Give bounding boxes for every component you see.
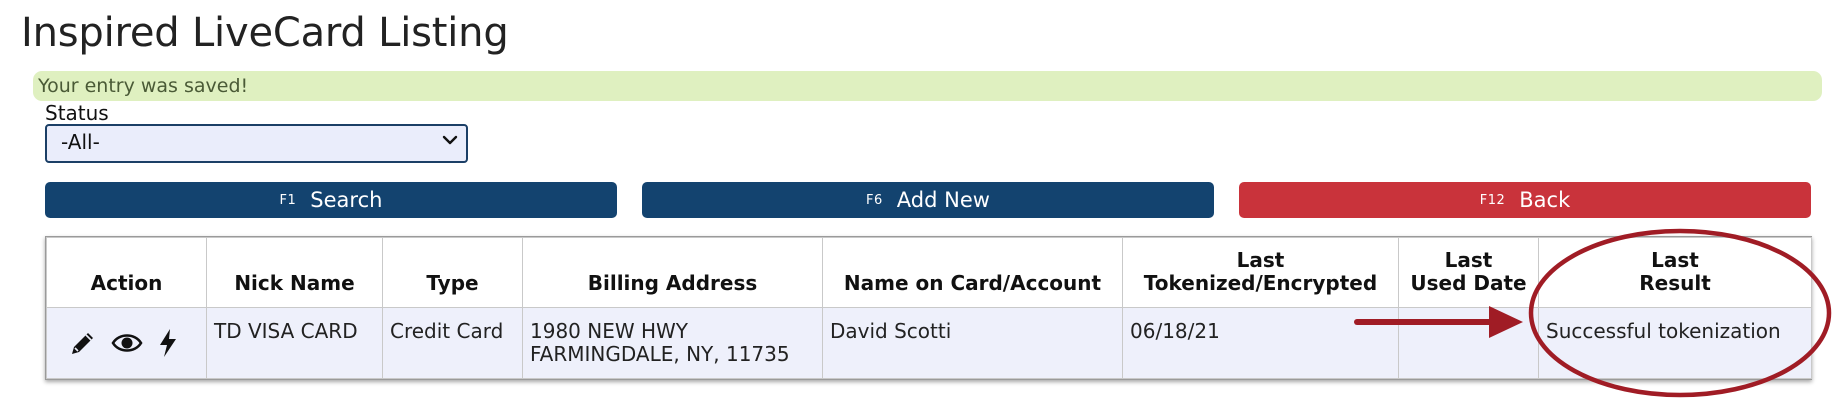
header-nick-name[interactable]: Nick Name <box>206 237 383 308</box>
header-last-tokenized-line2: Tokenized/Encrypted <box>1143 271 1378 295</box>
header-action[interactable]: Action <box>46 237 207 308</box>
header-type[interactable]: Type <box>382 237 523 308</box>
lightning-icon[interactable] <box>157 328 179 358</box>
page-title: Inspired LiveCard Listing <box>21 10 509 56</box>
cell-actions <box>46 307 207 379</box>
header-billing-address[interactable]: Billing Address <box>522 237 823 308</box>
back-button[interactable]: F12 Back <box>1239 182 1811 218</box>
search-button-key: F1 <box>279 192 297 208</box>
header-last-used[interactable]: Last Used Date <box>1398 237 1539 308</box>
back-button-key: F12 <box>1479 192 1506 208</box>
cell-type: Credit Card <box>382 307 523 379</box>
status-select[interactable]: -All- <box>45 124 468 163</box>
add-new-button-key: F6 <box>866 192 883 208</box>
header-last-tokenized-line1: Last <box>1236 248 1285 272</box>
table-header-row: Action Nick Name Type Billing Address Na… <box>46 237 1812 308</box>
header-last-result-line1: Last <box>1651 248 1699 272</box>
header-last-used-line2: Used Date <box>1410 271 1527 295</box>
billing-address-line1: 1980 NEW HWY <box>530 319 689 343</box>
cell-name-on-card: David Scotti <box>822 307 1123 379</box>
livecard-table: Action Nick Name Type Billing Address Na… <box>45 236 1812 380</box>
cell-last-used <box>1398 307 1539 379</box>
status-label: Status <box>45 101 109 125</box>
success-alert: Your entry was saved! <box>33 71 1822 101</box>
search-button[interactable]: F1 Search <box>45 182 617 218</box>
eye-icon[interactable] <box>111 330 143 356</box>
cell-last-result: Successful tokenization <box>1538 307 1812 379</box>
header-last-result[interactable]: Last Result <box>1538 237 1812 308</box>
back-button-label: Back <box>1519 188 1571 212</box>
cell-billing-address: 1980 NEW HWY FARMINGDALE, NY, 11735 <box>522 307 823 379</box>
pencil-icon[interactable] <box>69 329 97 357</box>
status-select-value: -All- <box>61 130 100 154</box>
header-last-used-line1: Last <box>1444 248 1493 272</box>
search-button-label: Search <box>310 188 383 212</box>
cell-nick-name: TD VISA CARD <box>206 307 383 379</box>
add-new-button-label: Add New <box>896 188 990 212</box>
header-name-on-card[interactable]: Name on Card/Account <box>822 237 1123 308</box>
cell-last-tokenized: 06/18/21 <box>1122 307 1399 379</box>
header-last-result-line2: Result <box>1639 271 1711 295</box>
add-new-button[interactable]: F6 Add New <box>642 182 1214 218</box>
header-last-tokenized[interactable]: Last Tokenized/Encrypted <box>1122 237 1399 308</box>
chevron-down-icon <box>442 135 458 145</box>
billing-address-line2: FARMINGDALE, NY, 11735 <box>530 342 790 366</box>
table-row[interactable]: TD VISA CARD Credit Card 1980 NEW HWY FA… <box>46 307 1812 379</box>
